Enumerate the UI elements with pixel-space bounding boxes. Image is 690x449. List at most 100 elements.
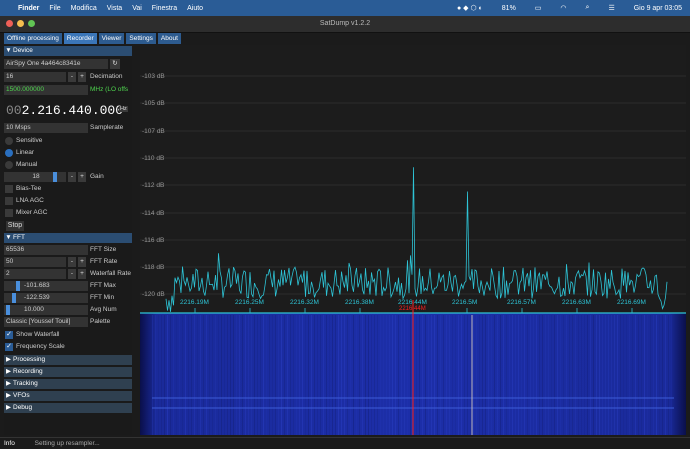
avg-num-slider-handle[interactable] xyxy=(6,305,10,315)
waterfall-stripe xyxy=(374,315,375,435)
waterfall-stripe xyxy=(209,315,210,435)
waterfall-stripe xyxy=(203,315,204,435)
fft-min-slider[interactable]: -122.539 xyxy=(4,293,88,303)
waterfall-stripe xyxy=(536,315,537,435)
fft-rate-plus-button[interactable]: + xyxy=(78,257,86,267)
waterfall-stripe xyxy=(167,315,168,435)
menu-file[interactable]: File xyxy=(49,5,60,12)
waterfall-stripe xyxy=(368,315,369,435)
decimation-minus-button[interactable]: - xyxy=(68,72,76,82)
clock[interactable]: Gio 9 apr 03:05 xyxy=(634,5,682,12)
waterfall-stripe xyxy=(455,315,456,435)
waterfall-stripe xyxy=(323,315,324,435)
fft-waterfall-view[interactable]: -103 dB -105 dB -107 dB -110 dB -112 dB -114 … xyxy=(140,45,686,435)
menu-vai[interactable]: Vai xyxy=(132,5,142,12)
decimation-plus-button[interactable]: + xyxy=(78,72,86,82)
avg-num-slider[interactable]: 10.000 xyxy=(4,305,88,315)
search-icon[interactable]: ⌕ xyxy=(586,4,590,12)
menu-vista[interactable]: Vista xyxy=(107,5,122,12)
menu-app-name[interactable]: Finder xyxy=(18,5,39,12)
x-tick-label: 2216.32M xyxy=(290,299,319,306)
gain-mode-linear-radio[interactable] xyxy=(5,149,13,157)
waterfall-stripe xyxy=(506,315,507,435)
recording-section-header[interactable]: ▶ Recording xyxy=(4,367,132,377)
tracking-section-header[interactable]: ▶ Tracking xyxy=(4,379,132,389)
waterfall-stripe xyxy=(401,315,402,435)
decimation-input[interactable]: 16 xyxy=(4,72,66,82)
mixer-agc-checkbox[interactable] xyxy=(5,209,13,217)
waterfall-stripe xyxy=(407,315,408,435)
device-section-header[interactable]: ▼Device xyxy=(4,46,132,56)
frequency-unit: Hz xyxy=(119,106,128,112)
waterfall-stripe xyxy=(425,315,426,435)
gain-slider-handle[interactable] xyxy=(53,172,58,182)
gain-mode-manual-radio[interactable] xyxy=(5,161,13,169)
spectrum-plot[interactable]: -103 dB -105 dB -107 dB -110 dB -112 dB -114 … xyxy=(140,45,686,435)
bias-tee-checkbox[interactable] xyxy=(5,185,13,193)
wifi-icon[interactable]: ◠ xyxy=(560,4,566,12)
gain-plus-button[interactable]: + xyxy=(78,172,86,182)
waterfall-stripe xyxy=(452,315,453,435)
fft-size-select[interactable]: 65536 xyxy=(4,245,88,255)
waterfall-stripe xyxy=(347,315,348,435)
tab-recorder[interactable]: Recorder xyxy=(63,33,97,44)
waterfall-stripe xyxy=(266,315,267,435)
waterfall-stripe xyxy=(395,315,396,435)
battery-icon[interactable]: ▭ xyxy=(535,4,542,12)
waterfall-stripe xyxy=(248,315,249,435)
waterfall-stripe xyxy=(485,315,486,435)
waterfall-stripe xyxy=(281,315,282,435)
samplerate-select[interactable]: 10 Msps xyxy=(4,123,88,133)
status-icons[interactable]: ● ◆ ⬡ ◐ xyxy=(457,4,483,12)
menu-modifica[interactable]: Modifica xyxy=(71,5,97,12)
fft-section-header[interactable]: ▼FFT xyxy=(4,233,132,243)
battery-percent[interactable]: 81% xyxy=(502,5,516,12)
chevron-right-icon: ▶ xyxy=(6,380,11,387)
waterfall-stripe xyxy=(482,315,483,435)
lna-agc-checkbox[interactable] xyxy=(5,197,13,205)
fft-rate-input[interactable]: 50 xyxy=(4,257,66,267)
tab-viewer[interactable]: Viewer xyxy=(98,33,125,44)
tab-offline-processing[interactable]: Offline processing xyxy=(4,33,62,44)
gain-mode-sensitive-radio[interactable] xyxy=(5,137,13,145)
frequency-scale-checkbox[interactable]: ✓ xyxy=(5,343,13,351)
waterfall-stripe xyxy=(539,315,540,435)
device-select[interactable]: AirSpy One 4a464c8341e xyxy=(4,59,108,69)
waterfall-rate-minus-button[interactable]: - xyxy=(68,269,76,279)
tab-about[interactable]: About xyxy=(157,33,181,44)
avg-num-value: 10.000 xyxy=(24,306,44,313)
waterfall-stripe xyxy=(158,315,159,435)
y-tick-label: -114 dB xyxy=(142,210,164,217)
stop-button[interactable]: Stop xyxy=(6,221,24,231)
fft-rate-minus-button[interactable]: - xyxy=(68,257,76,267)
refresh-icon[interactable]: ↻ xyxy=(110,59,120,69)
fft-min-slider-handle[interactable] xyxy=(12,293,16,303)
y-tick-label: -105 dB xyxy=(142,100,165,107)
waterfall-rate-input[interactable]: 2 xyxy=(4,269,66,279)
y-tick-label: -118 dB xyxy=(142,264,164,271)
frequency-display[interactable]: 002.216.440.000 xyxy=(6,103,123,118)
control-center-icon[interactable]: ☰ xyxy=(608,4,614,12)
waterfall-stripe xyxy=(665,315,666,435)
gain-minus-button[interactable]: - xyxy=(68,172,76,182)
menu-finestra[interactable]: Finestra xyxy=(152,5,177,12)
waterfall-stripe xyxy=(668,315,669,435)
waterfall-stripe xyxy=(578,315,579,435)
vfos-section-header[interactable]: ▶ VFOs xyxy=(4,391,132,401)
fft-max-slider-handle[interactable] xyxy=(16,281,20,291)
show-waterfall-checkbox[interactable]: ✓ xyxy=(5,331,13,339)
processing-section-header[interactable]: ▶ Processing xyxy=(4,355,132,365)
lo-offset-input[interactable]: 1500.000000 xyxy=(4,85,88,95)
menu-aiuto[interactable]: Aiuto xyxy=(187,5,203,12)
waterfall-stripe xyxy=(632,315,633,435)
waterfall-rate-plus-button[interactable]: + xyxy=(78,269,86,279)
palette-select[interactable]: Classic [Youssef Touil] xyxy=(4,317,88,327)
waterfall-stripe xyxy=(461,315,462,435)
status-message: Setting up resampler... xyxy=(34,440,100,447)
waterfall-stripe xyxy=(611,315,612,435)
debug-section-header[interactable]: ▶ Debug xyxy=(4,403,132,413)
waterfall-stripe xyxy=(404,315,405,435)
waterfall-stripe xyxy=(608,315,609,435)
tab-settings[interactable]: Settings xyxy=(126,33,156,44)
waterfall-stripe xyxy=(515,315,516,435)
